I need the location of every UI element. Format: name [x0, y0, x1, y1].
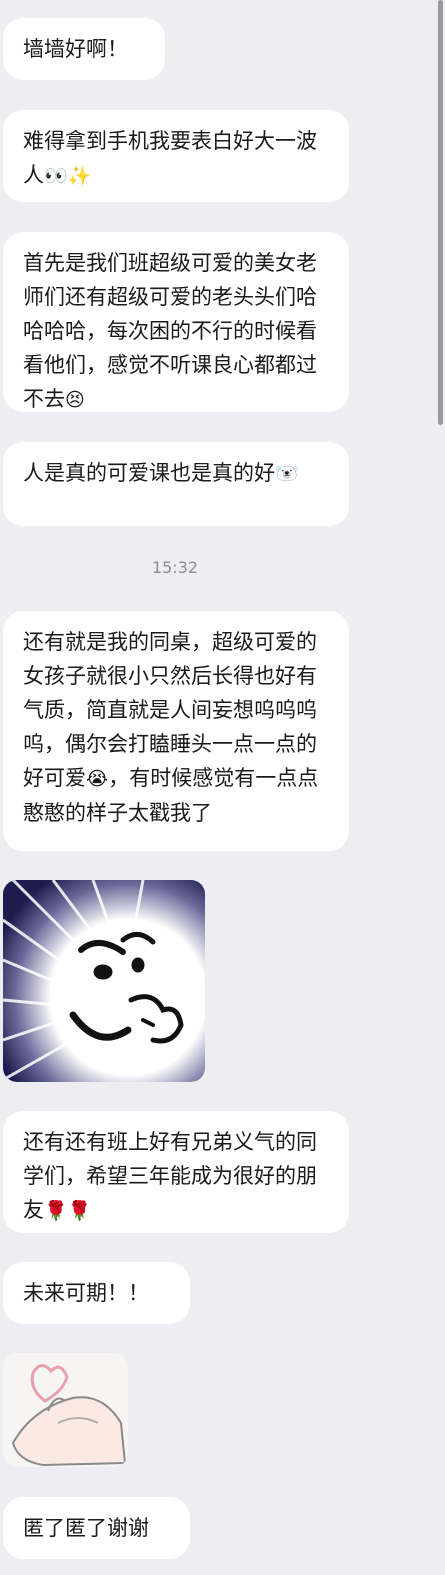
meme-face-icon: [3, 880, 205, 1082]
polar-bear-emoji: 🐻‍❄️: [275, 463, 299, 485]
message-bubble-4: 人是真的可爱课也是真的好🐻‍❄️: [3, 442, 349, 526]
message-bubble-8: 匿了匿了谢谢: [3, 1497, 190, 1559]
message-bubble-3: 首先是我们班超级可爱的美女老师们还有超级可爱的老头头们哈哈哈哈，每次困的不行的时…: [3, 232, 349, 412]
message-timestamp: 15:32: [151, 558, 199, 577]
eyes-sparkles-emoji: 👀✨: [44, 165, 92, 187]
message-text: 匿了匿了谢谢: [23, 1516, 149, 1540]
message-bubble-6: 还有还有班上好有兄弟义气的同学们，希望三年能成为很好的朋友🌹🌹: [3, 1111, 349, 1233]
meme-face-sticker[interactable]: [3, 880, 205, 1082]
finger-heart-icon: [11, 1364, 127, 1467]
finger-heart-sticker[interactable]: [3, 1353, 128, 1467]
message-bubble-5: 还有就是我的同桌，超级可爱的女孩子就很小只然后长得也好有气质，简直就是人间妄想呜…: [3, 611, 349, 851]
message-bubble-2: 难得拿到手机我要表白好大一波人👀✨: [3, 110, 349, 202]
message-bubble-1: 墙墙好啊！: [3, 18, 165, 80]
message-text: 首先是我们班超级可爱的美女老师们还有超级可爱的老头头们哈哈哈哈，每次困的不行的时…: [23, 251, 317, 411]
message-text: 人是真的可爱课也是真的好: [23, 461, 275, 485]
message-text: 墙墙好啊！: [23, 37, 128, 61]
persevering-face-emoji: 😣: [65, 389, 85, 411]
message-text: 未来可期！！: [23, 1281, 149, 1305]
crying-face-emoji: 😭: [86, 768, 109, 790]
rose-emoji: 🌹🌹: [44, 1200, 92, 1222]
message-bubble-7: 未来可期！！: [3, 1262, 190, 1324]
scrollbar[interactable]: [438, 0, 443, 425]
